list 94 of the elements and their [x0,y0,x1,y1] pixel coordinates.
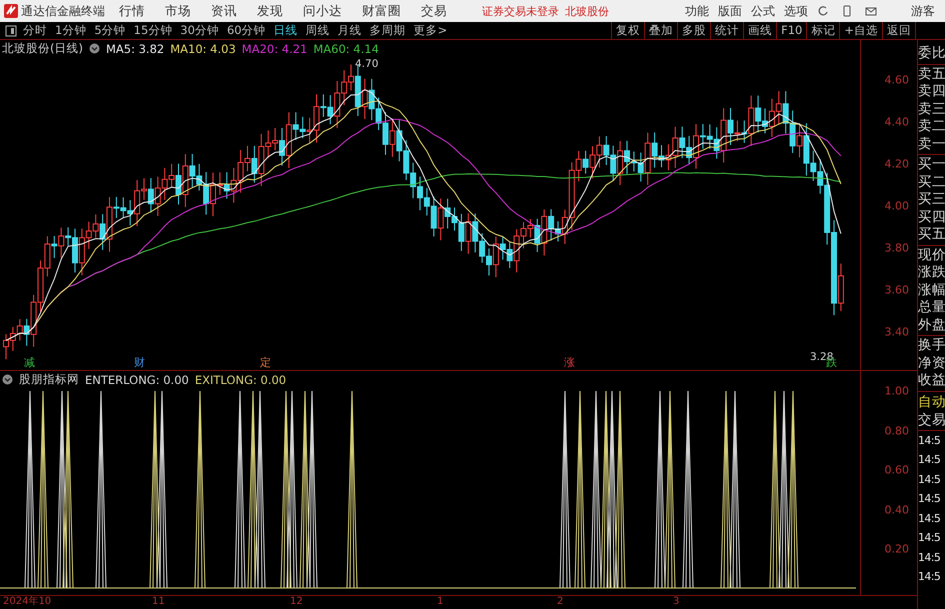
period-tab[interactable]: 15分钟 [134,22,172,39]
price-tick: 3.80 [884,242,909,254]
period-tab[interactable]: 日线 [274,22,298,39]
toolbar-button[interactable]: 统计 [710,22,744,39]
date-label: 3 [673,596,680,608]
quote-label: 卖四 [918,83,945,100]
panel-toggle-icon[interactable] [5,25,17,37]
price-tick: 4.00 [884,200,909,212]
period-tab[interactable]: 月线 [338,22,362,39]
price-tick: 4.40 [884,116,909,128]
menu-item[interactable]: 交易 [421,2,447,20]
date-label: 11 [152,596,165,608]
menu-item[interactable]: 资讯 [211,2,237,20]
quote-label: 卖一 [918,136,945,153]
trade-time: 14:5 [918,530,942,546]
trade-time: 14:5 [918,452,942,468]
trade-time: 14:5 [918,569,942,585]
ma-value: MA60: 4.14 [313,42,379,56]
event-marker[interactable]: 涨 [564,355,575,370]
price-tick: 4.60 [884,74,909,86]
period-tab[interactable]: 分时 [23,22,47,39]
toolbar-button[interactable]: 画线 [743,22,776,39]
quote-label: 买二 [918,174,945,191]
quote-label: 买三 [918,191,945,208]
menu-item[interactable]: 公式 [751,2,775,20]
date-label: 2 [557,596,564,608]
quote-label: 净资 [918,354,945,372]
chevron-circle-icon[interactable] [2,374,13,385]
period-tab[interactable]: 60分钟 [226,22,266,39]
user-label[interactable]: 游客 [911,2,935,20]
toolbar-button[interactable]: +自选 [839,22,882,39]
quote-label: 卖三 [918,100,945,118]
auto-trade-label[interactable]: 交易 [918,410,945,428]
ma-value: MA10: 4.03 [170,42,236,56]
menu-item[interactable]: 问小达 [303,2,342,20]
quote-label: 买四 [918,208,945,226]
period-tab[interactable]: 30分钟 [180,22,219,39]
trade-time: 14:5 [918,510,942,526]
price-tick: 4.20 [884,158,909,170]
app-title: 通达信金融终端 [21,2,105,20]
menu-item[interactable]: 市场 [165,2,191,20]
indicator-value: ENTERLONG: 0.00 [85,372,189,386]
indicator-value: EXITLONG: 0.00 [194,372,286,386]
period-tab[interactable]: 周线 [306,22,330,39]
menu-item[interactable]: 功能 [685,2,709,20]
menu-item[interactable]: 选项 [784,2,808,20]
indicator-title: 股朋指标网 [19,372,79,387]
quote-label: 涨幅 [918,282,945,299]
period-tab[interactable]: 更多> [414,22,448,39]
indicator-tick: 0.80 [884,424,909,437]
event-marker[interactable]: 减 [24,355,35,370]
period-tab[interactable]: 1分钟 [55,22,86,39]
toolbar-button[interactable]: F10 [776,22,806,39]
chevron-circle-icon[interactable] [88,43,100,54]
quote-label: 买一 [918,156,945,174]
indicator-tick: 0.40 [884,503,909,516]
indicator-tick: 0.20 [884,542,909,556]
event-marker[interactable]: 财 [134,355,145,370]
date-label: 2024年10 [3,596,52,608]
menu-item[interactable]: 行情 [119,2,145,20]
refresh-icon[interactable] [817,5,829,17]
menu-item[interactable]: 发现 [257,2,283,20]
period-tab[interactable]: 5分钟 [94,22,126,39]
quote-label: 委比 [918,45,945,62]
toolbar-button[interactable]: 多股 [677,22,710,39]
price-tick: 3.60 [884,284,909,296]
menu-item[interactable]: 版面 [718,2,742,20]
trade-time: 14:5 [918,432,942,448]
ma-value: MA20: 4.21 [242,42,308,56]
toolbar-button[interactable]: 复权 [611,22,644,39]
menu-item[interactable]: 财富圈 [362,2,401,20]
toolbar-button[interactable]: 标记 [806,22,840,39]
auto-trade-label[interactable]: 自动 [918,392,945,410]
quote-label: 卖二 [918,118,945,136]
trade-time: 14:5 [918,472,942,488]
ma-value: MA5: 3.82 [106,42,164,56]
status-text: 证券交易未登录 [482,4,559,18]
indicator-tick: 0.60 [884,464,909,476]
high-price-label: 4.70 [355,58,378,70]
chart-title: 北玻股份(日线) [2,41,83,56]
trade-time: 14:5 [918,491,942,507]
indicator-tick: 1.00 [884,384,909,398]
period-tab[interactable]: 多周期 [370,22,406,39]
toolbar-button[interactable]: 叠加 [644,22,678,39]
status-text: 北玻股份 [565,4,609,18]
toolbar-button[interactable]: 返回 [882,22,915,39]
trade-time: 14:5 [918,550,942,566]
mail-icon[interactable] [865,5,877,17]
phone-icon[interactable] [841,5,853,17]
app-logo [4,4,18,18]
price-tick: 3.40 [884,326,909,338]
event-marker[interactable]: 定 [260,355,271,370]
date-label: 12 [290,596,303,608]
date-label: 1 [437,596,444,608]
